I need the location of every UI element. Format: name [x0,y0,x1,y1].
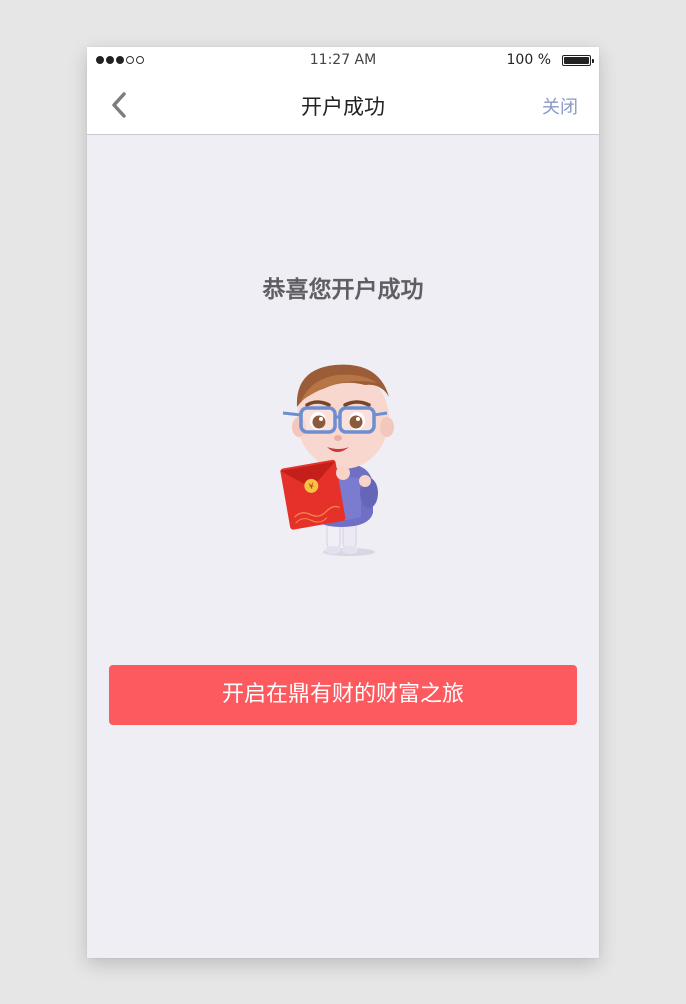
battery-icon [562,55,594,66]
battery-fill [564,57,589,64]
mascot-illustration: ¥ [280,364,394,556]
navigation-bar: 开户成功 关闭 [87,75,599,135]
status-bar: 11:27 AM 100 % [87,47,599,75]
start-wealth-journey-button[interactable]: 开启在鼎有财的财富之旅 [109,665,577,725]
close-button[interactable]: 关闭 [542,93,578,119]
phone-screen: 11:27 AM 100 % 开户成功 关闭 恭喜您开户成功 ¥ 开启在鼎有财的… [87,47,599,958]
congrats-heading: 恭喜您开户成功 [262,277,424,303]
battery-percentage: 100 % [506,52,551,68]
battery-nub [592,59,594,63]
page-title: 开户成功 [301,95,385,119]
